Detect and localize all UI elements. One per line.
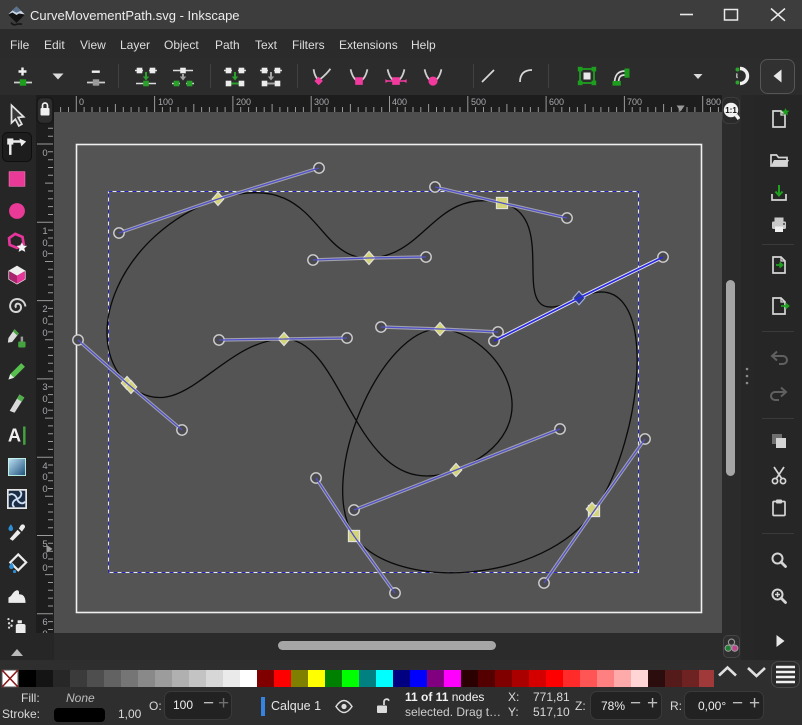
svg-text:0: 0 (42, 394, 47, 405)
svg-text:100: 100 (158, 97, 173, 107)
svg-text:0: 0 (42, 484, 47, 495)
svg-text:500: 500 (471, 97, 486, 107)
svg-text:0: 0 (42, 406, 47, 417)
svg-text:200: 200 (236, 97, 251, 107)
svg-text:400: 400 (392, 97, 407, 107)
svg-text:2: 2 (42, 304, 47, 315)
svg-text:1:1: 1:1 (725, 106, 737, 115)
svg-text:6: 6 (42, 617, 47, 628)
svg-text:600: 600 (549, 97, 564, 107)
svg-text:0: 0 (42, 563, 47, 574)
svg-text:4: 4 (42, 461, 47, 472)
svg-text:0: 0 (42, 316, 47, 327)
svg-text:0: 0 (42, 238, 47, 249)
svg-text:3: 3 (42, 382, 47, 393)
svg-text:800: 800 (706, 97, 721, 107)
svg-text:0: 0 (42, 148, 47, 159)
svg-text:0: 0 (42, 249, 47, 260)
svg-text:700: 700 (627, 97, 642, 107)
svg-text:A: A (8, 425, 21, 446)
svg-text:0: 0 (42, 328, 47, 339)
svg-text:0: 0 (42, 472, 47, 483)
svg-text:1: 1 (42, 226, 47, 237)
svg-text:0: 0 (79, 97, 84, 107)
svg-text:300: 300 (314, 97, 329, 107)
